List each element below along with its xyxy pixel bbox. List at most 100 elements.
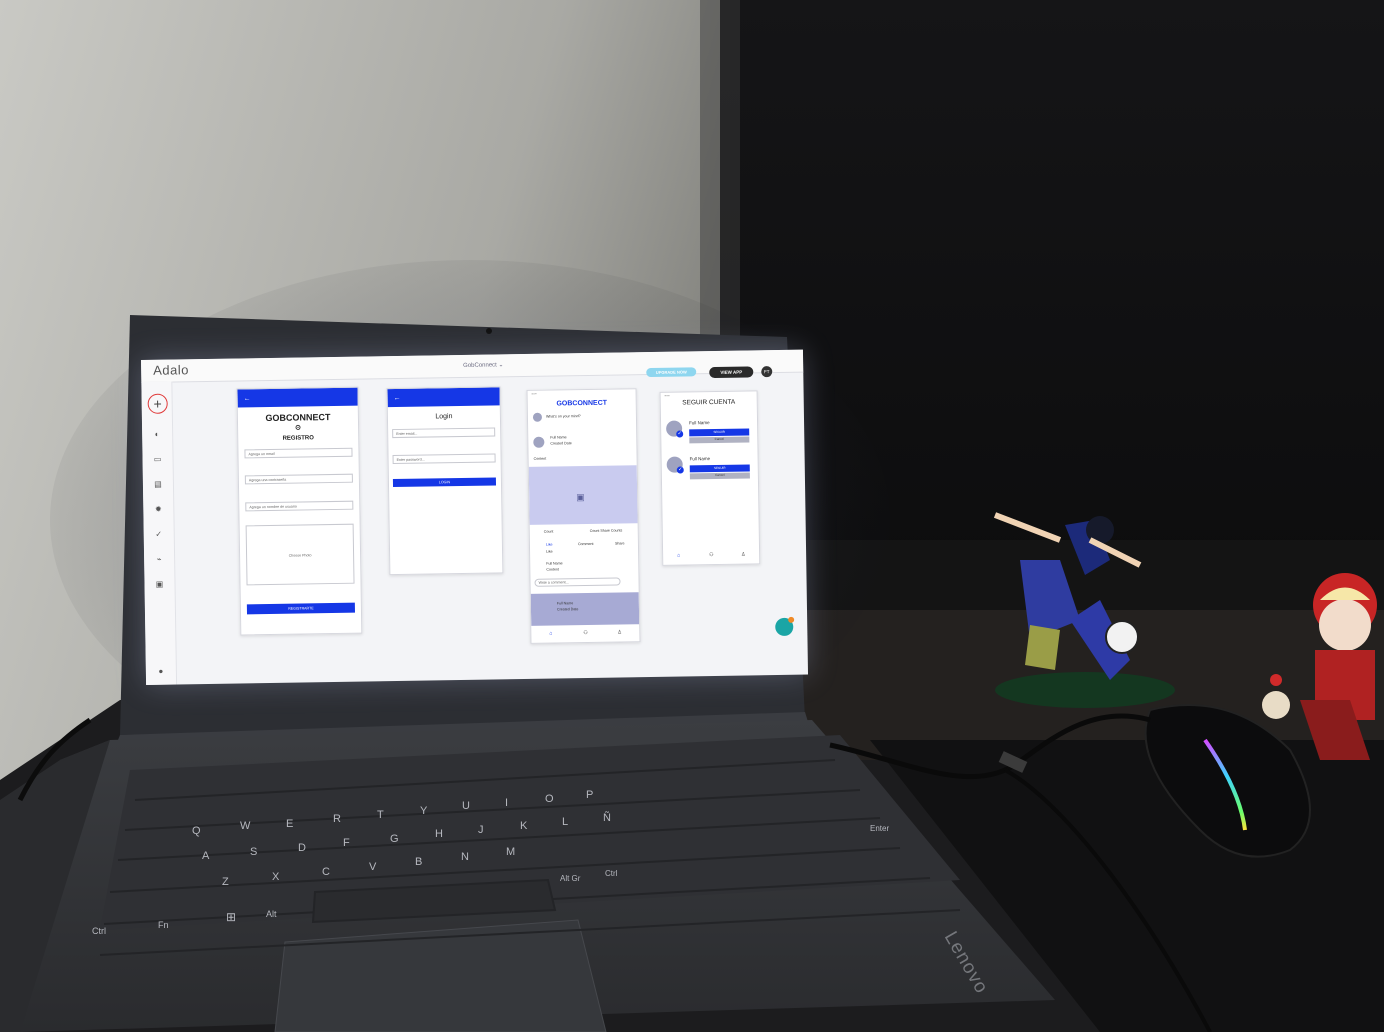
app-name-title: GOBCONNECT [265,412,331,424]
key-d[interactable]: D [298,842,306,854]
follow-button-2[interactable]: SEGUIR [689,464,750,473]
location-pin-icon: ⊙ [295,424,302,432]
key-u[interactable]: U [462,800,470,812]
publish-check-icon[interactable]: ✓ [154,530,164,540]
register-button[interactable]: REGISTRARTE [246,602,355,615]
people-icon[interactable]: ⚇ [709,552,714,558]
view-app-button[interactable]: VIEW APP [709,366,754,379]
key-alt-gr[interactable]: Alt Gr [560,874,580,883]
analytics-icon[interactable]: ⌁ [154,555,164,565]
comment-button[interactable]: Comment [578,542,594,546]
like-label: Like [546,549,553,554]
share-button[interactable]: Share [615,541,625,545]
screen-login[interactable]: ← Login Enter email... Enter password...… [386,386,504,576]
post-content: Content [533,456,547,461]
avatar [532,412,543,422]
login-password-field[interactable]: Enter password... [392,453,496,465]
user-avatar[interactable]: FT [761,366,773,378]
registro-title: REGISTRO [282,435,314,442]
like-button[interactable]: Like [546,543,553,547]
key-z[interactable]: Z [222,876,229,888]
upgrade-button[interactable]: UPGRADE NOW [646,367,697,378]
home-icon[interactable]: ⌂ [677,553,680,559]
key-w[interactable]: W [240,820,250,832]
email-field[interactable]: Agrega un email [244,447,353,459]
people-icon[interactable]: ⚇ [583,630,588,636]
status-bar: ▪ ▪ ▪ [664,393,670,398]
key-k[interactable]: K [520,820,527,832]
next-post-preview: Full Name Created Date [530,592,640,626]
palette-icon[interactable]: ◐ [152,430,162,440]
screens-icon[interactable]: ▭ [152,455,162,465]
key-h[interactable]: H [435,828,443,840]
comments-shares-count: Count Share Counts [589,528,623,533]
key-m[interactable]: M [506,846,515,858]
screen-feed[interactable]: ▪ ▪ ▪ GOBCONNECT What's on your mind? Fu… [526,388,641,644]
post-prompt[interactable]: What's on your mind? [546,414,581,419]
image-icon: ▣ [576,492,585,503]
key-r[interactable]: R [333,813,341,825]
key-alt[interactable]: Alt [266,909,277,919]
key-f[interactable]: F [343,837,350,849]
key-enye[interactable]: Ñ [603,812,611,824]
checklist-icon[interactable]: ● [156,667,166,677]
comment-input[interactable]: Write a comment... [534,577,621,587]
notification-dot [788,616,795,623]
back-arrow-icon[interactable]: ← [394,395,401,402]
key-o[interactable]: O [545,793,554,805]
key-l[interactable]: L [562,816,568,828]
profile-icon[interactable]: ♙ [741,552,746,558]
key-n[interactable]: N [461,851,469,863]
key-c[interactable]: C [322,866,330,878]
key-s[interactable]: S [250,846,257,858]
status-bar: ▪ ▪ ▪ [531,391,537,396]
home-icon[interactable]: ⌂ [549,631,552,637]
key-p[interactable]: P [586,789,593,801]
password-field[interactable]: Agrega una contraseña [244,473,353,485]
screen-seguir-cuenta[interactable]: ▪ ▪ ▪ SEGUIR CUENTA ✓ Full Name SEGUIR C… [659,390,761,566]
windows-key-icon[interactable]: ⊞ [226,910,236,924]
photo-picker[interactable]: Choose Photo [245,523,355,586]
key-b[interactable]: B [415,856,422,868]
gear-icon[interactable]: ✹ [153,505,163,515]
laptop-screen: Adalo GobConnect ⌄ UPGRADE NOW VIEW APP … [141,349,809,685]
next-post-author: Full Name [556,601,574,606]
key-x[interactable]: X [272,871,279,883]
post-avatar [533,436,545,448]
key-ctrl[interactable]: Ctrl [92,926,106,936]
key-q[interactable]: Q [192,825,201,837]
key-a[interactable]: A [202,850,209,862]
key-g[interactable]: G [390,833,399,845]
comment-author: Full Name [546,561,563,566]
key-j[interactable]: J [478,824,484,836]
follow-button-1[interactable]: SEGUIR [689,428,750,437]
key-y[interactable]: Y [420,805,427,817]
back-arrow-icon[interactable]: ← [244,395,251,402]
project-dropdown[interactable]: GobConnect ⌄ [463,361,503,369]
cancel-button-1[interactable]: Cancel [689,436,750,444]
login-button[interactable]: LOGIN [392,477,497,488]
key-v[interactable]: V [369,861,376,873]
editor-sidebar: + ◐ ▭ ▤ ✹ ✓ ⌁ ▣ ● [141,381,178,685]
seguir-title: SEGUIR CUENTA [682,398,736,407]
key-i[interactable]: I [505,797,508,809]
login-email-field[interactable]: Enter email... [392,427,496,439]
adalo-logo[interactable]: Adalo [153,362,189,378]
branding-icon[interactable]: ▣ [154,580,164,590]
key-ctrl-right[interactable]: Ctrl [605,869,617,878]
database-icon[interactable]: ▤ [153,480,163,490]
username-field[interactable]: Agrega un nombre de usuario [245,500,354,512]
add-component-button[interactable]: + [147,393,168,414]
key-t[interactable]: T [377,809,384,821]
key-e[interactable]: E [286,818,293,830]
chat-support-button[interactable] [775,616,795,637]
cancel-button-2[interactable]: Cancel [689,472,750,480]
login-title: Login [435,413,453,421]
key-fn[interactable]: Fn [158,920,169,930]
post-author: Full Name [550,435,567,440]
next-post-date: Created Date [556,607,579,612]
key-enter[interactable]: Enter [870,824,889,833]
profile-icon[interactable]: ♙ [617,629,622,635]
screen-registro[interactable]: ← GOBCONNECT ⊙ REGISTRO Agrega un email … [236,386,363,636]
verified-check-icon: ✓ [676,430,684,438]
